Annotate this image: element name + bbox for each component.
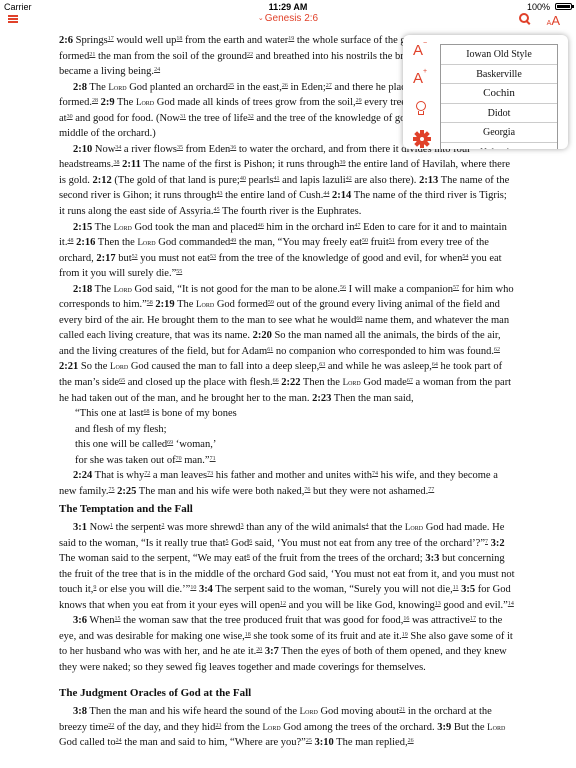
verse-paragraph: 3:6 When15 the woman saw that the tree p… xyxy=(59,615,513,673)
font-picker-list[interactable]: Iowan Old Style Baskerville Cochin Didot Geo… xyxy=(440,44,558,149)
font-option[interactable]: Helvetica xyxy=(441,143,557,150)
gear-icon[interactable] xyxy=(413,130,431,148)
popover-toolbar: A − A + xyxy=(403,35,439,149)
verse-paragraph: 3:1 Now1 the serpent2 was more shrewd3 t… xyxy=(59,521,515,611)
section-heading: The Temptation and the Fall xyxy=(59,503,193,516)
font-option[interactable]: Iowan Old Style xyxy=(441,45,557,65)
verse-paragraph: 2:15 The Lord God took the man and place… xyxy=(59,221,507,280)
increase-font-size-button[interactable]: A + xyxy=(413,68,431,88)
text-size-icon[interactable]: AA xyxy=(547,12,560,30)
nav-bar: ⌄Genesis 2:6 AA xyxy=(0,12,576,28)
chevron-down-icon: ⌄ xyxy=(257,15,264,22)
verse-paragraph: 2:24 That is why72 a man leaves73 his fa… xyxy=(59,470,498,497)
chapter-selector[interactable]: ⌄Genesis 2:6 xyxy=(0,13,576,24)
font-settings-popover: A − A + Iowan Old Style Baskerville Cochin Di… xyxy=(403,35,568,149)
poetry-line: this one will be called69 ‘woman,’ xyxy=(75,439,217,451)
search-icon[interactable] xyxy=(518,12,532,26)
font-option[interactable]: Didot xyxy=(441,104,557,123)
section-heading: The Judgment Oracles of God at the Fall xyxy=(59,687,252,700)
lightbulb-icon[interactable] xyxy=(413,101,431,119)
decrease-font-size-button[interactable]: A − xyxy=(413,40,431,60)
font-option[interactable]: Georgia xyxy=(441,123,557,143)
poetry-line: for she was taken out of70 man.”71 xyxy=(75,454,216,466)
battery-icon xyxy=(555,3,574,10)
font-option[interactable]: Cochin xyxy=(441,84,557,104)
verse-paragraph: 3:8 Then the man and his wife heard the … xyxy=(59,705,506,749)
poetry-line: “This one at last68 is bone of my bones xyxy=(75,408,237,420)
poetry-line: and flesh of my flesh; xyxy=(75,423,167,435)
page-title: Genesis 2:6 xyxy=(264,13,319,24)
verse-paragraph: 2:10 Now34 a river flows35 from Eden36 t… xyxy=(59,143,510,218)
verse-paragraph: 2:18 The Lord God said, “It is not good … xyxy=(59,283,514,404)
status-time: 11:29 AM xyxy=(268,2,308,12)
font-option[interactable]: Baskerville xyxy=(441,65,557,84)
battery-percentage: 100% xyxy=(526,2,550,12)
